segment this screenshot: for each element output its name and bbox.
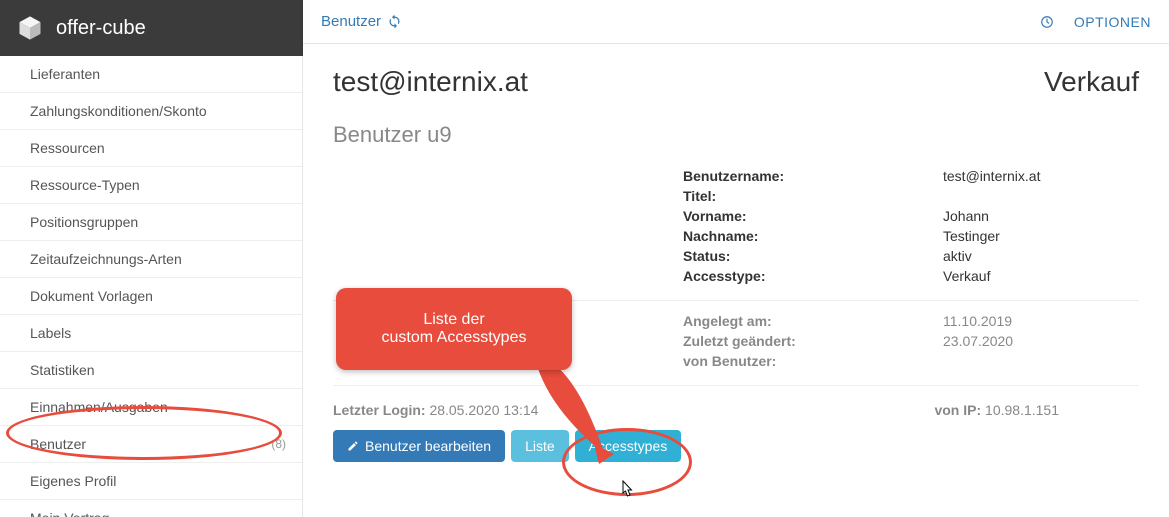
sidebar-item-label: Einnahmen/Ausgaben [30,399,168,415]
sidebar-item-statistiken[interactable]: Statistiken [0,352,302,389]
value-username: test@internix.at [943,168,1040,184]
sidebar-item-zahlungskonditionen[interactable]: Zahlungskonditionen/Skonto [0,93,302,130]
sidebar-item-positionsgruppen[interactable]: Positionsgruppen [0,204,302,241]
title-row: test@internix.at Verkauf [333,66,1139,98]
label-lastname: Nachname: [683,228,943,244]
label-status: Status: [683,248,943,264]
edit-user-label: Benutzer bearbeiten [365,438,491,454]
sidebar-item-label: Benutzer [30,436,86,452]
sidebar-item-lieferanten[interactable]: Lieferanten [0,56,302,93]
cursor-pointer-icon [617,480,635,502]
sidebar-item-label: Ressource-Typen [30,177,140,193]
header-right: OPTIONEN [1040,14,1151,30]
value-created: 11.10.2019 [943,313,1012,329]
value-modified: 23.07.2020 [943,333,1013,349]
sidebar-item-benutzer[interactable]: Benutzer (8) [0,426,302,463]
label-byuser: von Benutzer: [683,353,943,369]
sidebar-item-ressource-typen[interactable]: Ressource-Typen [0,167,302,204]
detail-block: Benutzername:test@internix.at Titel: Vor… [683,166,1139,286]
value-accesstype: Verkauf [943,268,990,284]
sidebar-item-label: Positionsgruppen [30,214,138,230]
edit-user-button[interactable]: Benutzer bearbeiten [333,430,505,462]
callout-tooltip: Liste der custom Accesstypes [336,288,572,370]
main-content: test@internix.at Verkauf Benutzer u9 Ben… [303,44,1169,517]
sidebar-item-label: Dokument Vorlagen [30,288,153,304]
sidebar-item-labels[interactable]: Labels [0,315,302,352]
sidebar-item-label: Lieferanten [30,66,100,82]
breadcrumb-link[interactable]: Benutzer [321,13,402,30]
options-link[interactable]: OPTIONEN [1074,14,1151,30]
brand-text: offer-cube [56,17,146,40]
refresh-icon [387,14,402,29]
sidebar-item-mein-vertrag[interactable]: Mein Vertrag [0,500,302,517]
sidebar-item-zeitaufzeichnungs-arten[interactable]: Zeitaufzeichnungs-Arten [0,241,302,278]
sidebar-item-dokument-vorlagen[interactable]: Dokument Vorlagen [0,278,302,315]
label-modified: Zuletzt geändert: [683,333,943,349]
sidebar-item-label: Mein Vertrag [30,510,109,517]
cube-logo-icon [16,14,44,42]
label-ip: von IP: [934,402,981,418]
breadcrumb-label: Benutzer [321,13,381,30]
page-subtitle: Benutzer u9 [333,122,1139,148]
sidebar-item-label: Statistiken [30,362,95,378]
sidebar-item-label: Ressourcen [30,140,105,156]
sidebar-item-label: Zeitaufzeichnungs-Arten [30,251,182,267]
callout-line1: Liste der [423,311,484,329]
sidebar-item-badge: (8) [271,437,286,451]
sidebar-item-label: Labels [30,325,71,341]
page-role: Verkauf [1044,66,1139,98]
clock-icon[interactable] [1040,15,1054,29]
sidebar-item-label: Zahlungskonditionen/Skonto [30,103,207,119]
value-ip: 10.98.1.151 [985,402,1059,418]
sidebar[interactable]: Lieferanten Zahlungskonditionen/Skonto R… [0,56,303,517]
label-username: Benutzername: [683,168,943,184]
label-created: Angelegt am: [683,313,943,329]
label-accesstype: Accesstype: [683,268,943,284]
divider [333,385,1139,386]
page-title: test@internix.at [333,66,528,98]
login-row: Letzter Login: 28.05.2020 13:14 von IP: … [333,396,1139,418]
label-firstname: Vorname: [683,208,943,224]
value-last-login: 28.05.2020 13:14 [429,402,538,418]
value-lastname: Testinger [943,228,1000,244]
label-title: Titel: [683,188,943,204]
sidebar-item-label: Eigenes Profil [30,473,116,489]
value-firstname: Johann [943,208,989,224]
sidebar-item-ressourcen[interactable]: Ressourcen [0,130,302,167]
callout-line2: custom Accesstypes [382,329,527,347]
meta-block: Angelegt am:11.10.2019 Zuletzt geändert:… [683,311,1139,371]
label-last-login: Letzter Login: [333,402,426,418]
main-header: Benutzer OPTIONEN [303,0,1169,44]
sidebar-item-eigenes-profil[interactable]: Eigenes Profil [0,463,302,500]
brand-bar: offer-cube [0,0,303,56]
value-status: aktiv [943,248,972,264]
button-row: Benutzer bearbeiten Liste Accesstypes [333,430,1139,462]
pencil-icon [347,440,359,452]
sidebar-item-einnahmen-ausgaben[interactable]: Einnahmen/Ausgaben [0,389,302,426]
